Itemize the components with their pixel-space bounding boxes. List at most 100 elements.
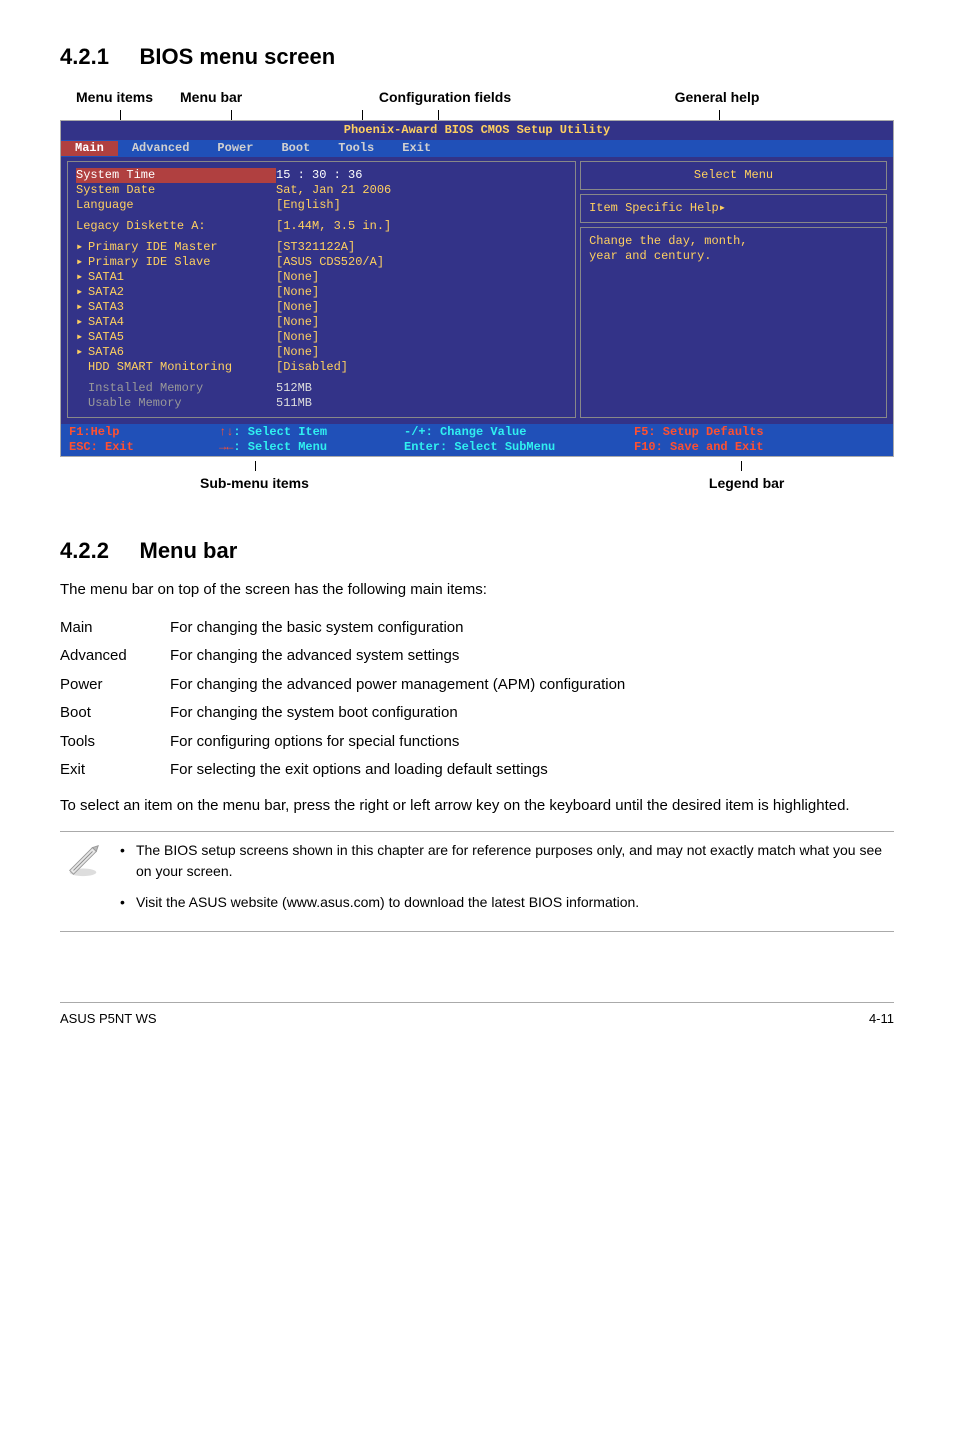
annot-menu-bar: Menu bar [180,87,320,108]
field-language-value[interactable]: [English] [276,198,341,213]
submenu-arrow-icon: ▸ [76,315,88,330]
bios-title-left: Phoenix-Award BIOS [344,123,474,137]
annot-general-help: General help [570,87,894,108]
bios-title-bar: Phoenix-Award BIOS CMOS Setup Utility [61,121,893,140]
item-specific-help-text: Change the day, month, year and century. [580,227,887,418]
submenu-arrow-icon: ▸ [76,285,88,300]
bios-bottom-annotations: Sub-menu items Legend bar [60,473,894,494]
legend-enter-submenu: Enter: Select SubMenu [404,440,555,454]
legend-f5-defaults: F5: Setup Defaults [634,425,764,439]
def-val: For changing the advanced system setting… [170,642,894,671]
menu-boot[interactable]: Boot [267,141,324,156]
table-row: AdvancedFor changing the advanced system… [60,642,894,671]
menu-tools[interactable]: Tools [324,141,388,156]
submenu-arrow-icon: ▸ [76,345,88,360]
annot-ticks-top [60,110,894,120]
field-usable-memory-value: 511MB [276,396,312,411]
select-instruction: To select an item on the menu bar, press… [60,795,894,818]
item-specific-help-header: Item Specific Help▸ [580,194,887,223]
field-sata4-value[interactable]: [None] [276,315,319,330]
page-footer: ASUS P5NT WS 4-11 [60,1002,894,1029]
field-primary-ide-slave-value[interactable]: [ASUS CDS520/A] [276,255,384,270]
table-row: BootFor changing the system boot configu… [60,699,894,728]
section-heading-422: 4.2.2 Menu bar [60,534,894,567]
field-system-date-value[interactable]: Sat, Jan 21 2006 [276,183,391,198]
field-sata3-value[interactable]: [None] [276,300,319,315]
def-val: For selecting the exit options and loadi… [170,756,894,785]
note-box: The BIOS setup screens shown in this cha… [60,831,894,932]
note-item: Visit the ASUS website (www.asus.com) to… [116,892,890,913]
menu-main[interactable]: Main [61,141,118,156]
field-sata4-label[interactable]: SATA4 [88,315,124,329]
annot-legend-bar: Legend bar [709,473,784,494]
field-installed-memory-label: Installed Memory [88,381,203,395]
legend-arrows-ud-icon: ↑↓ [219,425,233,439]
def-val: For changing the basic system configurat… [170,614,894,643]
field-system-time-label[interactable]: System Time [76,168,276,183]
def-val: For changing the advanced power manageme… [170,671,894,700]
field-sata6-value[interactable]: [None] [276,345,319,360]
field-system-time-value[interactable]: 15 : 30 : 36 [276,168,362,183]
bios-title-right: CMOS Setup Utility [481,123,611,137]
section-number: 4.2.2 [60,538,109,563]
legend-f1-help: F1:Help [69,425,119,439]
submenu-arrow-icon: ▸ [76,255,88,270]
field-sata3-label[interactable]: SATA3 [88,300,124,314]
legend-change-value: -/+: Change Value [404,425,526,439]
field-legacy-diskette-label[interactable]: Legacy Diskette A: [76,219,276,234]
menu-power[interactable]: Power [203,141,267,156]
annot-ticks-bottom [60,461,894,471]
field-primary-ide-slave-label[interactable]: Primary IDE Slave [88,255,210,269]
select-menu-label: Select Menu [580,161,887,190]
legend-select-menu: : Select Menu [233,440,327,454]
field-sata6-label[interactable]: SATA6 [88,345,124,359]
annot-submenu-items: Sub-menu items [200,473,309,494]
annot-menu-items: Menu items [60,87,180,108]
bios-menu-bar[interactable]: Main Advanced Power Boot Tools Exit [61,140,893,157]
def-val: For changing the system boot configurati… [170,699,894,728]
legend-f10-save: F10: Save and Exit [634,440,764,454]
def-key: Main [60,614,170,643]
legend-esc-exit: ESC: Exit [69,440,134,454]
field-sata1-label[interactable]: SATA1 [88,270,124,284]
field-sata1-value[interactable]: [None] [276,270,319,285]
field-language-label[interactable]: Language [76,198,276,213]
menu-bar-intro: The menu bar on top of the screen has th… [60,579,894,602]
footer-left: ASUS P5NT WS [60,1009,157,1029]
field-hdd-smart-label[interactable]: HDD SMART Monitoring [88,360,232,374]
annot-config-fields: Configuration fields [320,87,570,108]
field-system-date-label[interactable]: System Date [76,183,276,198]
bios-right-panel: Select Menu Item Specific Help▸ Change t… [580,161,887,418]
field-sata5-label[interactable]: SATA5 [88,330,124,344]
table-row: MainFor changing the basic system config… [60,614,894,643]
blank-indent [76,360,88,375]
table-row: ExitFor selecting the exit options and l… [60,756,894,785]
bios-body: System Time15 : 30 : 36 System DateSat, … [61,157,893,424]
field-sata2-value[interactable]: [None] [276,285,319,300]
field-legacy-diskette-value[interactable]: [1.44M, 3.5 in.] [276,219,391,234]
field-sata2-label[interactable]: SATA2 [88,285,124,299]
field-primary-ide-master-label[interactable]: Primary IDE Master [88,240,218,254]
legend-arrows-lr-icon: →← [219,440,233,454]
bios-screenshot: Phoenix-Award BIOS CMOS Setup Utility Ma… [60,120,894,457]
section-title-text: Menu bar [140,538,238,563]
submenu-arrow-icon: ▸ [76,330,88,345]
legend-select-item: : Select Item [233,425,327,439]
bios-top-annotations: Menu items Menu bar Configuration fields… [60,87,894,108]
submenu-arrow-icon: ▸ [76,300,88,315]
field-primary-ide-master-value[interactable]: [ST321122A] [276,240,355,255]
menu-advanced[interactable]: Advanced [118,141,204,156]
field-hdd-smart-value[interactable]: [Disabled] [276,360,348,375]
def-key: Exit [60,756,170,785]
field-sata5-value[interactable]: [None] [276,330,319,345]
menu-exit[interactable]: Exit [388,141,445,156]
section-title-text: BIOS menu screen [140,44,336,69]
field-installed-memory-value: 512MB [276,381,312,396]
field-usable-memory-label: Usable Memory [88,396,182,410]
section-number: 4.2.1 [60,44,109,69]
submenu-arrow-icon: ▸ [76,270,88,285]
def-key: Advanced [60,642,170,671]
pencil-note-icon [64,840,102,886]
def-val: For configuring options for special func… [170,728,894,757]
table-row: ToolsFor configuring options for special… [60,728,894,757]
